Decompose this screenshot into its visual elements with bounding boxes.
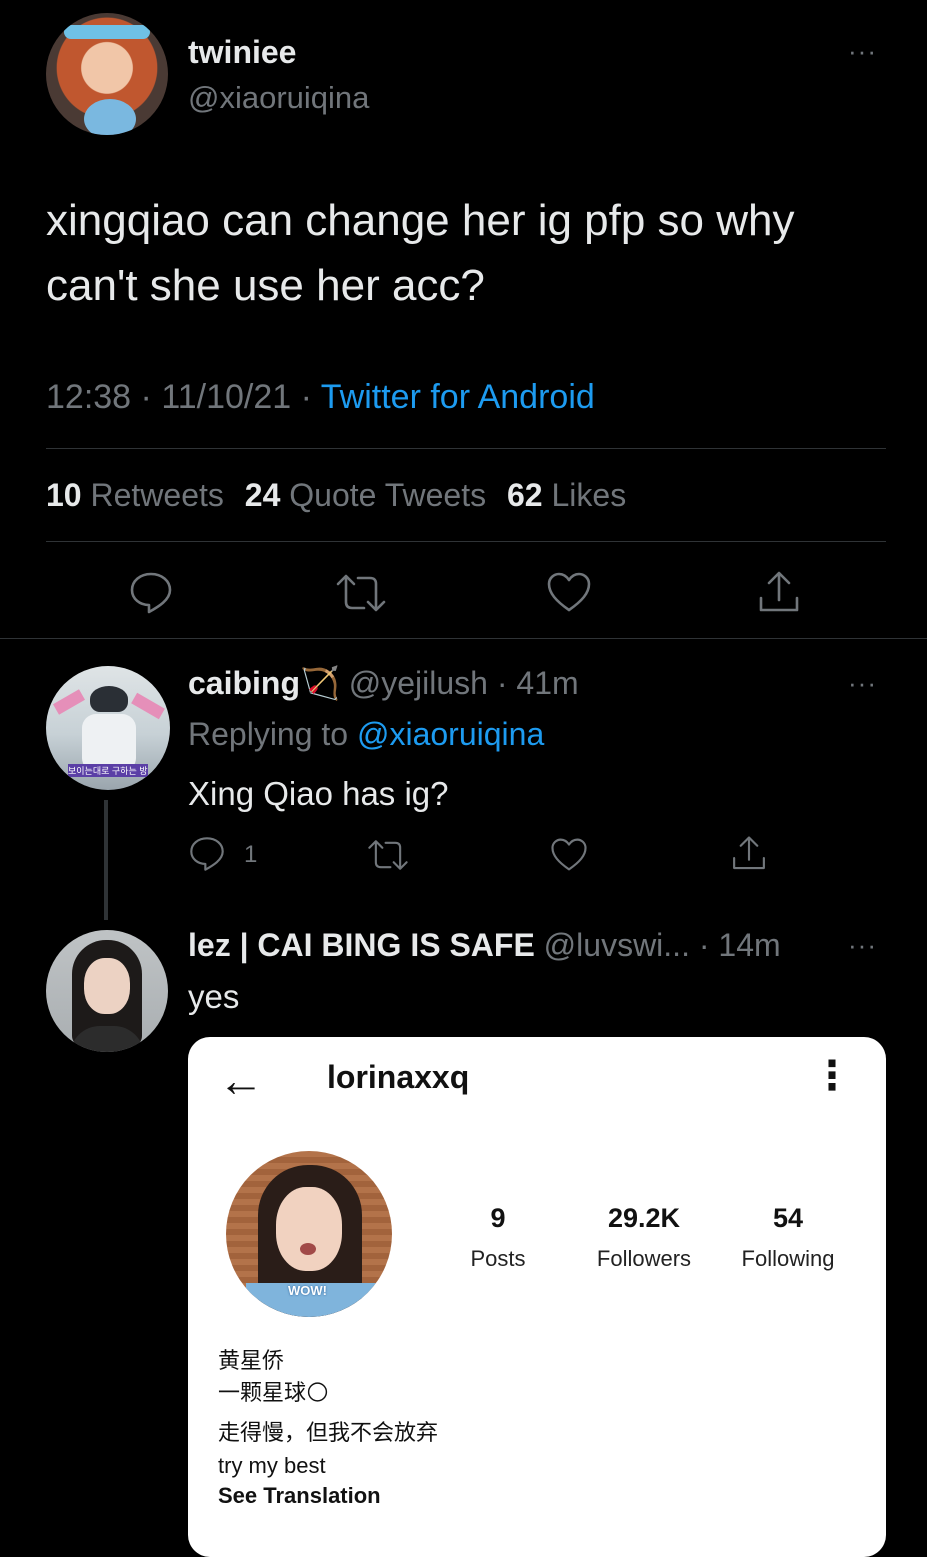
- ig-followers-stat: 29.2K Followers: [582, 1203, 706, 1272]
- back-arrow-icon: ←: [218, 1054, 264, 1106]
- reply1-time[interactable]: · 41m: [497, 665, 579, 701]
- reply2-time[interactable]: · 14m: [699, 927, 781, 963]
- moon-emoji-icon: 🌕: [306, 1380, 329, 1405]
- thread-line: [104, 800, 108, 920]
- reply1-reply-count: 1: [244, 841, 258, 868]
- reply1-replying-to: Replying to @xiaoruiqina: [188, 716, 544, 753]
- like-icon[interactable]: [546, 571, 592, 613]
- reply1-author-avatar[interactable]: 보이는대로 구하는 방법: [46, 666, 170, 790]
- likes-stat[interactable]: 62 Likes: [507, 477, 626, 513]
- quote-tweets-count: 24: [244, 477, 281, 513]
- reply2-more-icon[interactable]: ···: [848, 932, 877, 958]
- reply1-author-name[interactable]: caibing: [188, 665, 300, 701]
- share-icon[interactable]: [730, 835, 768, 873]
- like-icon[interactable]: [550, 837, 588, 872]
- section-divider: [0, 638, 927, 639]
- tweet-stats: 10 Retweets 24 Quote Tweets 62 Likes: [46, 477, 626, 514]
- tweet-more-icon[interactable]: ···: [848, 38, 877, 64]
- reply1-more-icon[interactable]: ···: [848, 670, 877, 696]
- ig-bio-line2: 一颗星球🌕: [218, 1375, 329, 1407]
- divider: [46, 541, 886, 542]
- ig-following-label: Following: [741, 1246, 835, 1271]
- ig-bio-line4: try my best: [218, 1453, 326, 1478]
- ig-bio-name: 黄星侨: [218, 1348, 285, 1373]
- bow-emoji-icon: 🏹: [300, 665, 340, 701]
- meta-separator: ·: [140, 378, 152, 416]
- retweet-icon[interactable]: [334, 572, 388, 614]
- ig-profile-avatar: WOW!: [226, 1151, 392, 1317]
- reply1-header: caibing🏹 @yejilush · 41m: [188, 664, 579, 702]
- ig-see-translation: See Translation: [218, 1483, 381, 1508]
- ig-posts-label: Posts: [470, 1246, 526, 1271]
- ig-menu-icon: ⋮: [812, 1054, 852, 1098]
- ig-bio-line3: 走得慢，但我不会放弃: [218, 1420, 439, 1445]
- reply2-author-handle[interactable]: @luvswi...: [544, 927, 690, 963]
- ig-followers-count: 29.2K: [607, 1203, 681, 1233]
- tweet-time[interactable]: 12:38: [46, 378, 131, 416]
- retweets-label: Retweets: [90, 477, 224, 513]
- quote-tweets-label: Quote Tweets: [289, 477, 487, 513]
- ig-posts-count: 9: [490, 1203, 506, 1233]
- reply-icon[interactable]: [128, 570, 174, 616]
- reply1-text: Xing Qiao has ig?: [188, 775, 449, 812]
- tweet-date[interactable]: 11/10/21: [161, 378, 291, 416]
- retweets-stat[interactable]: 10 Retweets: [46, 477, 233, 513]
- replying-to-handle[interactable]: @xiaoruiqina: [357, 716, 544, 752]
- ig-following-stat: 54 Following: [728, 1203, 848, 1272]
- ig-followers-label: Followers: [596, 1246, 692, 1271]
- share-icon[interactable]: [756, 570, 802, 616]
- divider: [46, 448, 886, 449]
- reply1-author-handle[interactable]: @yejilush: [349, 665, 488, 701]
- tweet-author-handle[interactable]: @xiaoruiqina: [188, 80, 369, 116]
- tweet-author-name[interactable]: twiniee: [188, 34, 296, 71]
- tweet-text-line1: xingqiao can change her ig pfp so why: [46, 196, 795, 245]
- replying-to-label: Replying to: [188, 716, 349, 752]
- quote-tweets-stat[interactable]: 24 Quote Tweets: [245, 477, 495, 513]
- ig-posts-stat: 9 Posts: [453, 1203, 543, 1272]
- reply2-author-name[interactable]: lez | CAI BING IS SAFE: [188, 927, 535, 963]
- reply1-avatar-caption: 보이는대로 구하는 방법: [68, 764, 148, 777]
- reply2-author-avatar[interactable]: [46, 930, 168, 1052]
- tweet-meta: 12:38 · 11/10/21 · Twitter for Android: [46, 378, 595, 417]
- reply-icon[interactable]: [188, 835, 226, 873]
- retweet-icon[interactable]: [366, 838, 410, 872]
- attached-image-instagram-profile[interactable]: ← lorinaxxq ⋮ WOW! 9 Posts 29.2K Followe…: [188, 1037, 886, 1557]
- reply2-header: lez | CAI BING IS SAFE @luvswi... · 14m: [188, 927, 781, 964]
- ig-username: lorinaxxq: [327, 1059, 470, 1095]
- meta-separator: ·: [300, 378, 312, 416]
- likes-label: Likes: [551, 477, 627, 513]
- ig-following-count: 54: [772, 1203, 804, 1233]
- ig-bio-line2-text: 一颗星球: [218, 1380, 307, 1405]
- likes-count: 62: [507, 477, 543, 513]
- retweets-count: 10: [46, 477, 82, 513]
- tweet-source-link[interactable]: Twitter for Android: [321, 378, 595, 416]
- tweet-author-avatar[interactable]: [46, 13, 168, 135]
- ig-avatar-caption: WOW!: [288, 1283, 327, 1298]
- reply2-text: yes: [188, 978, 240, 1015]
- tweet-text-line2: can't she use her acc?: [46, 261, 485, 310]
